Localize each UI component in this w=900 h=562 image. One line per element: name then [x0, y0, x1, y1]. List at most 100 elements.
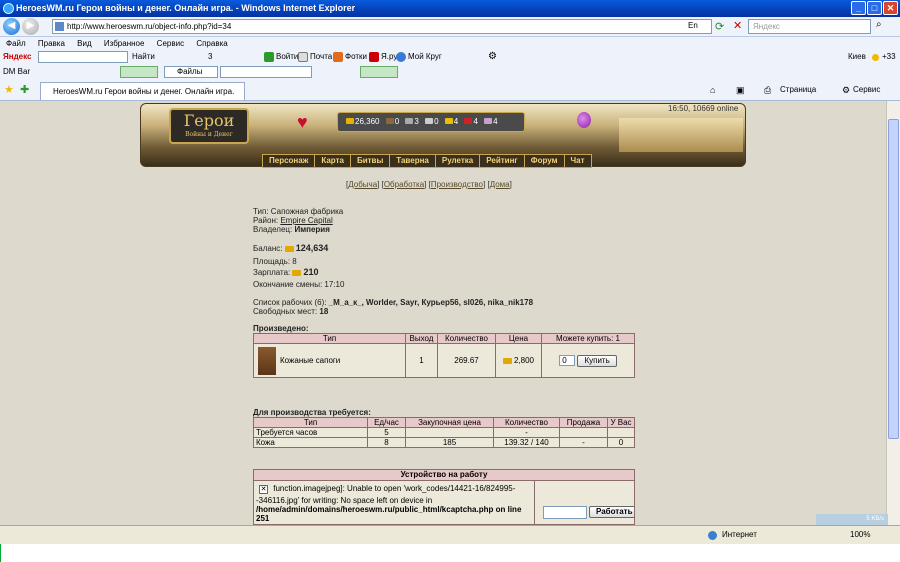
captcha-error: ✕ function.imagejpeg]: Unable to open 'w…	[256, 483, 534, 523]
wood-icon	[385, 118, 394, 124]
sun-icon	[872, 54, 879, 61]
table-row: Кожаные сапоги 1 269.67 2,800 0 Купить	[253, 343, 635, 378]
buy-quantity-input[interactable]: 0	[559, 355, 576, 366]
potion-icon[interactable]	[577, 112, 591, 128]
req-col-yours: У Вас	[607, 417, 635, 428]
message-count[interactable]: 3	[208, 50, 212, 64]
status-bar: 5 KB/s Интернет 100%	[0, 514, 900, 544]
url-input[interactable]: http://www.heroeswm.ru/object-info.php?i…	[52, 19, 712, 34]
close-button[interactable]: ✕	[883, 1, 898, 15]
stop-icon[interactable]: ✕	[733, 19, 742, 32]
link-processing[interactable]: Обработка	[384, 180, 424, 189]
ie-window: HeroesWM.ru Герои войны и денег. Онлайн …	[0, 0, 900, 562]
col-quantity: Количество	[437, 333, 496, 344]
tab-current[interactable]: HeroesWM.ru Герои войны и денег. Онлайн …	[40, 82, 245, 100]
object-type: Тип: Сапожная фабрика	[253, 207, 344, 216]
dm-select[interactable]	[220, 66, 312, 78]
link-houses[interactable]: Дома	[490, 180, 510, 189]
tab-bar: ★ ✚ HeroesWM.ru Герои войны и денег. Онл…	[0, 80, 900, 101]
req-cell	[559, 427, 608, 438]
resources-bar: 26,360 0 3 0 4 4 4	[337, 112, 525, 132]
game-logo[interactable]: Герои Войны и Денег	[169, 108, 249, 144]
gold-icon	[502, 357, 512, 364]
zoom-level[interactable]: 100%	[850, 526, 870, 544]
nav-rating[interactable]: Рейтинг	[480, 155, 525, 167]
job-form: Работать	[534, 481, 634, 524]
req-cell	[405, 427, 494, 438]
nav-chat[interactable]: Чат	[565, 155, 591, 167]
mail-link[interactable]: Почта	[310, 52, 332, 61]
district-label: Район:	[253, 216, 279, 225]
menu-favorites[interactable]: Избранное	[104, 39, 145, 48]
captcha-input[interactable]	[543, 506, 587, 519]
moikrug-link[interactable]: Мой Круг	[408, 52, 442, 61]
object-info: Тип: Сапожная фабрика Район: Empire Capi…	[253, 207, 343, 234]
castle-image	[619, 118, 743, 152]
owner-value: Империя	[294, 225, 330, 234]
heart-icon[interactable]: ♥	[297, 112, 308, 133]
photos-link[interactable]: Фотки	[345, 52, 367, 61]
nav-map[interactable]: Карта	[315, 155, 351, 167]
nav-battles[interactable]: Битвы	[351, 155, 391, 167]
back-icon[interactable]: ◀	[3, 18, 20, 35]
service-menu[interactable]: Сервис	[853, 85, 880, 94]
menu-view[interactable]: Вид	[77, 39, 91, 48]
print-icon[interactable]: ⎙	[764, 85, 771, 96]
taskbar-edge	[0, 544, 1, 562]
nav-character[interactable]: Персонаж	[263, 155, 316, 167]
shift-end: Окончание смены: 17:10	[253, 280, 345, 289]
minimize-button[interactable]: _	[851, 1, 866, 15]
vertical-scrollbar[interactable]	[886, 101, 900, 525]
feeds-icon[interactable]: ▣	[736, 85, 745, 96]
menu-help[interactable]: Справка	[196, 39, 227, 48]
gear-icon[interactable]: ⚙	[488, 50, 497, 64]
maximize-button[interactable]: □	[867, 1, 882, 15]
yandex-find-button[interactable]: Найти	[132, 50, 155, 64]
login-link[interactable]: Войти	[276, 52, 298, 61]
dm-green-button[interactable]	[120, 66, 158, 78]
yaru-link[interactable]: Я.ру	[381, 52, 397, 61]
item-price: 2,800	[513, 356, 535, 365]
req-cell	[607, 427, 635, 438]
add-favorite-icon[interactable]: ✚	[20, 83, 29, 96]
item-name: Кожаные сапоги	[280, 355, 341, 365]
buy-button[interactable]: Купить	[577, 354, 617, 367]
refresh-icon[interactable]: ⟳	[715, 20, 724, 33]
table-row: Требуется часов 5 -	[253, 427, 635, 438]
res-gems: 4	[493, 117, 498, 126]
menu-tools[interactable]: Сервис	[157, 39, 184, 48]
search-input[interactable]: Яндекс	[748, 19, 871, 34]
yandex-search-input[interactable]	[38, 51, 128, 63]
free-label: Свободных мест:	[253, 307, 318, 316]
produced-header-row: Тип Выход Количество Цена Можете купить:…	[253, 333, 635, 344]
home-icon[interactable]: ⌂	[710, 85, 715, 95]
required-title: Для производства требуется:	[253, 408, 371, 417]
search-icon[interactable]: ⌕	[876, 19, 882, 30]
menu-file[interactable]: Файл	[6, 39, 26, 48]
files-dropdown[interactable]: Файлы	[164, 66, 218, 78]
link-production[interactable]: Производство	[431, 180, 483, 189]
menu-edit[interactable]: Правка	[38, 39, 65, 48]
nav-tavern[interactable]: Таверна	[390, 155, 436, 167]
login-icon	[264, 51, 274, 62]
link-mining[interactable]: Добыча	[348, 180, 377, 189]
scroll-thumb[interactable]	[888, 119, 899, 439]
work-button[interactable]: Работать	[589, 506, 634, 518]
workers-list[interactable]: _М_а_к_, Worlder, Sayr, Курьер56, sl026,…	[329, 298, 533, 307]
req-cell: 0	[607, 437, 635, 448]
req-cell: -	[493, 427, 560, 438]
req-col-sale: Продажа	[559, 417, 608, 428]
files-label: Файлы	[177, 67, 203, 76]
item-quantity: 269.67	[437, 343, 496, 378]
favorites-star-icon[interactable]: ★	[4, 83, 14, 96]
balance-label: Баланс:	[253, 244, 283, 253]
nav-forum[interactable]: Форум	[525, 155, 565, 167]
forward-icon[interactable]: ▶	[22, 18, 39, 35]
district-link[interactable]: Empire Capital	[280, 216, 332, 225]
logo-subtitle: Войны и Денег	[185, 131, 233, 138]
nav-roulette[interactable]: Рулетка	[436, 155, 481, 167]
page-menu[interactable]: Страница	[780, 85, 816, 94]
logo-text: Герои	[183, 111, 235, 130]
window-title: HeroesWM.ru Герои войны и денег. Онлайн …	[16, 3, 356, 13]
broken-image-icon: ✕	[259, 485, 268, 494]
